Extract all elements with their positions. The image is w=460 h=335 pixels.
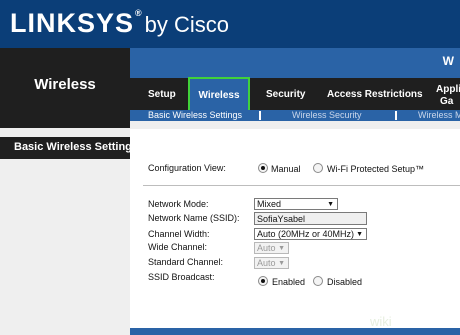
subtab-separator [395, 111, 397, 120]
ssid-broadcast-label: SSID Broadcast: [148, 272, 215, 282]
chevron-down-icon: ▼ [278, 245, 285, 252]
left-subsection-title: Basic Wireless Settings [0, 137, 138, 159]
manual-radio-label: Manual [271, 164, 301, 174]
subtab-basic-wireless-settings[interactable]: Basic Wireless Settings [148, 110, 242, 121]
header-bar: LINKSYS®by Cisco [0, 0, 460, 48]
wide-channel-select: Auto ▼ [254, 242, 289, 254]
tab-wireless[interactable]: Wireless [188, 77, 250, 113]
content-top-strip [130, 121, 460, 129]
subsection-title-text: Basic Wireless Settings [14, 141, 139, 153]
section-title-text: Wireless [34, 76, 96, 93]
tab-security[interactable]: Security [266, 78, 305, 110]
ssid-input[interactable]: SofiaYsabel [254, 212, 367, 225]
tab-applications-line2: Ga [440, 96, 454, 107]
ssid-broadcast-disabled-label: Disabled [327, 277, 363, 287]
standard-channel-select: Auto ▼ [254, 257, 289, 269]
ssid-broadcast-enabled-radio[interactable] [258, 276, 268, 286]
logo-main-text: LINKSYS [10, 8, 135, 38]
tab-applications-line1: Appli [436, 84, 460, 95]
logo-registered-mark: ® [135, 8, 143, 18]
top-blue-bar: W [130, 48, 460, 78]
watermark-part2: How [391, 314, 420, 329]
ssid-broadcast-enabled-label: Enabled [272, 277, 306, 287]
linksys-logo[interactable]: LINKSYS®by Cisco [10, 8, 229, 39]
tab-setup[interactable]: Setup [148, 78, 176, 110]
ssid-value: SofiaYsabel [257, 214, 306, 224]
footer-bar [130, 328, 460, 335]
chevron-down-icon: ▼ [327, 201, 334, 208]
ssid-broadcast-disabled-radio[interactable] [313, 276, 323, 286]
wide-channel-value: Auto [257, 243, 276, 253]
tab-access-restrictions[interactable]: Access Restrictions [327, 78, 423, 110]
network-mode-label: Network Mode: [148, 199, 209, 209]
channel-width-select[interactable]: Auto (20MHz or 40MHz) ▼ [254, 228, 367, 240]
ssid-label: Network Name (SSID): [148, 213, 240, 223]
network-mode-value: Mixed [257, 199, 282, 209]
subtab-wireless-mac-filter[interactable]: Wireless M [418, 110, 460, 121]
chevron-down-icon: ▼ [278, 260, 285, 267]
form-divider [143, 185, 460, 186]
wide-channel-label: Wide Channel: [148, 242, 208, 252]
logo-by-cisco: by Cisco [144, 12, 230, 37]
subtab-separator [259, 111, 261, 120]
left-separator [0, 128, 130, 137]
channel-width-value: Auto (20MHz or 40MHz) [257, 229, 355, 239]
standard-channel-value: Auto [257, 258, 276, 268]
wps-radio-label: Wi-Fi Protected Setup™ [327, 164, 425, 174]
main-tab-bar: Setup Security Access Restrictions Appli… [130, 78, 460, 110]
network-mode-select[interactable]: Mixed ▼ [254, 198, 338, 210]
watermark-part1: wiki [370, 314, 392, 329]
wikihow-watermark: wikiHow [370, 314, 419, 329]
top-corner-label: W [442, 54, 454, 68]
manual-radio[interactable] [258, 163, 268, 173]
standard-channel-label: Standard Channel: [148, 257, 224, 267]
wps-radio[interactable] [313, 163, 323, 173]
channel-width-label: Channel Width: [148, 229, 210, 239]
configuration-view-label: Configuration View: [148, 163, 226, 173]
subtab-wireless-security[interactable]: Wireless Security [292, 110, 362, 121]
sub-tab-bar: Basic Wireless Settings Wireless Securit… [130, 110, 460, 121]
left-section-title: Wireless [0, 48, 130, 128]
chevron-down-icon: ▼ [356, 231, 363, 238]
